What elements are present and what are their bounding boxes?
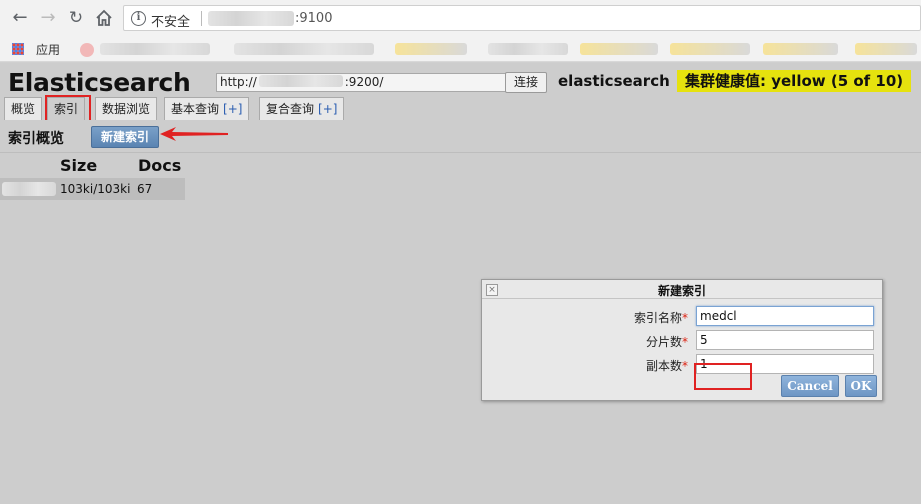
address-separator [201, 11, 202, 26]
reload-icon[interactable]: ↻ [64, 6, 88, 30]
column-header-docs: Docs [138, 156, 182, 175]
bookmark-item[interactable] [234, 43, 374, 55]
cluster-name: elasticsearch [558, 72, 670, 90]
required-mark: * [682, 335, 688, 349]
home-icon[interactable] [92, 6, 116, 30]
cluster-health-badge: 集群健康值: yellow (5 of 10) [677, 70, 912, 92]
bookmark-item[interactable] [580, 43, 658, 55]
tab-label: 复合查询 [266, 102, 315, 116]
new-index-dialog: × 新建索引 索引名称* medcl 分片数* 5 副本数* 1 Cancel … [481, 279, 883, 401]
required-mark: * [682, 359, 688, 373]
section-title: 索引概览 [8, 131, 64, 147]
bookmark-item[interactable] [488, 43, 568, 55]
back-icon[interactable]: ← [8, 6, 32, 30]
label-text: 索引名称 [633, 311, 682, 325]
tab-structured-query[interactable]: 复合查询 [+] [259, 97, 345, 120]
dialog-divider [482, 298, 882, 299]
required-mark: * [682, 311, 688, 325]
url-host-redacted [208, 11, 294, 26]
index-name-input[interactable]: medcl [696, 306, 874, 326]
tab-label: 数据浏览 [102, 102, 151, 116]
cancel-button[interactable]: Cancel [781, 375, 839, 397]
tab-browser[interactable]: 数据浏览 [95, 97, 158, 120]
ok-button[interactable]: OK [845, 375, 877, 397]
bookmark-item[interactable] [100, 43, 210, 55]
bookmark-item[interactable] [763, 43, 838, 55]
forward-icon[interactable]: → [36, 6, 60, 30]
index-name-redacted [2, 182, 56, 196]
app-title: Elasticsearch [8, 68, 191, 97]
index-size: 103ki/103ki [60, 182, 131, 196]
index-docs: 67 [137, 182, 153, 196]
connect-button[interactable]: 连接 [505, 72, 547, 93]
tab-overview[interactable]: 概览 [4, 97, 43, 120]
tab-basic-query[interactable]: 基本查询 [+] [164, 97, 250, 120]
info-icon[interactable]: i [131, 11, 146, 26]
label-text: 分片数 [645, 335, 682, 349]
cluster-host-redacted [258, 75, 343, 87]
url-port: :9100 [295, 11, 333, 26]
shards-input[interactable]: 5 [696, 330, 874, 350]
bookmark-item[interactable] [395, 43, 467, 55]
dialog-title: 新建索引 [657, 284, 706, 298]
new-index-button[interactable]: 新建索引 [91, 126, 159, 148]
apps-grid-icon[interactable] [12, 43, 24, 55]
bookmark-favicon[interactable] [80, 43, 94, 57]
annotation-highlight-input [694, 363, 752, 390]
cluster-url-input[interactable]: http:// :9200/ [216, 73, 506, 92]
field-label-shards: 分片数* [646, 333, 688, 350]
bookmark-item[interactable] [670, 43, 750, 55]
address-bar[interactable]: i 不安全 :9100 [123, 5, 921, 31]
field-label-index-name: 索引名称* [634, 309, 688, 326]
cluster-url-prefix: http:// [220, 75, 257, 89]
table-row[interactable]: 103ki/103ki 67 [0, 178, 185, 200]
annotation-arrow-icon [160, 127, 228, 141]
apps-label[interactable]: 应用 [36, 41, 60, 58]
column-header-size: Size [60, 156, 98, 175]
bookmark-item[interactable] [855, 43, 917, 55]
bookmarks-bar: 应用 [0, 36, 921, 62]
cluster-url-suffix: :9200/ [344, 75, 384, 89]
field-label-replicas: 副本数* [646, 357, 688, 374]
browser-toolbar: ← → ↻ i 不安全 :9100 [0, 0, 921, 36]
section-header: 索引概览 新建索引 [0, 120, 921, 153]
tab-plus: [+] [318, 102, 338, 116]
security-label: 不安全 [151, 15, 191, 30]
tab-label: 概览 [11, 102, 36, 116]
tab-plus: [+] [223, 102, 243, 116]
label-text: 副本数 [645, 359, 682, 373]
tab-label: 基本查询 [171, 102, 220, 116]
